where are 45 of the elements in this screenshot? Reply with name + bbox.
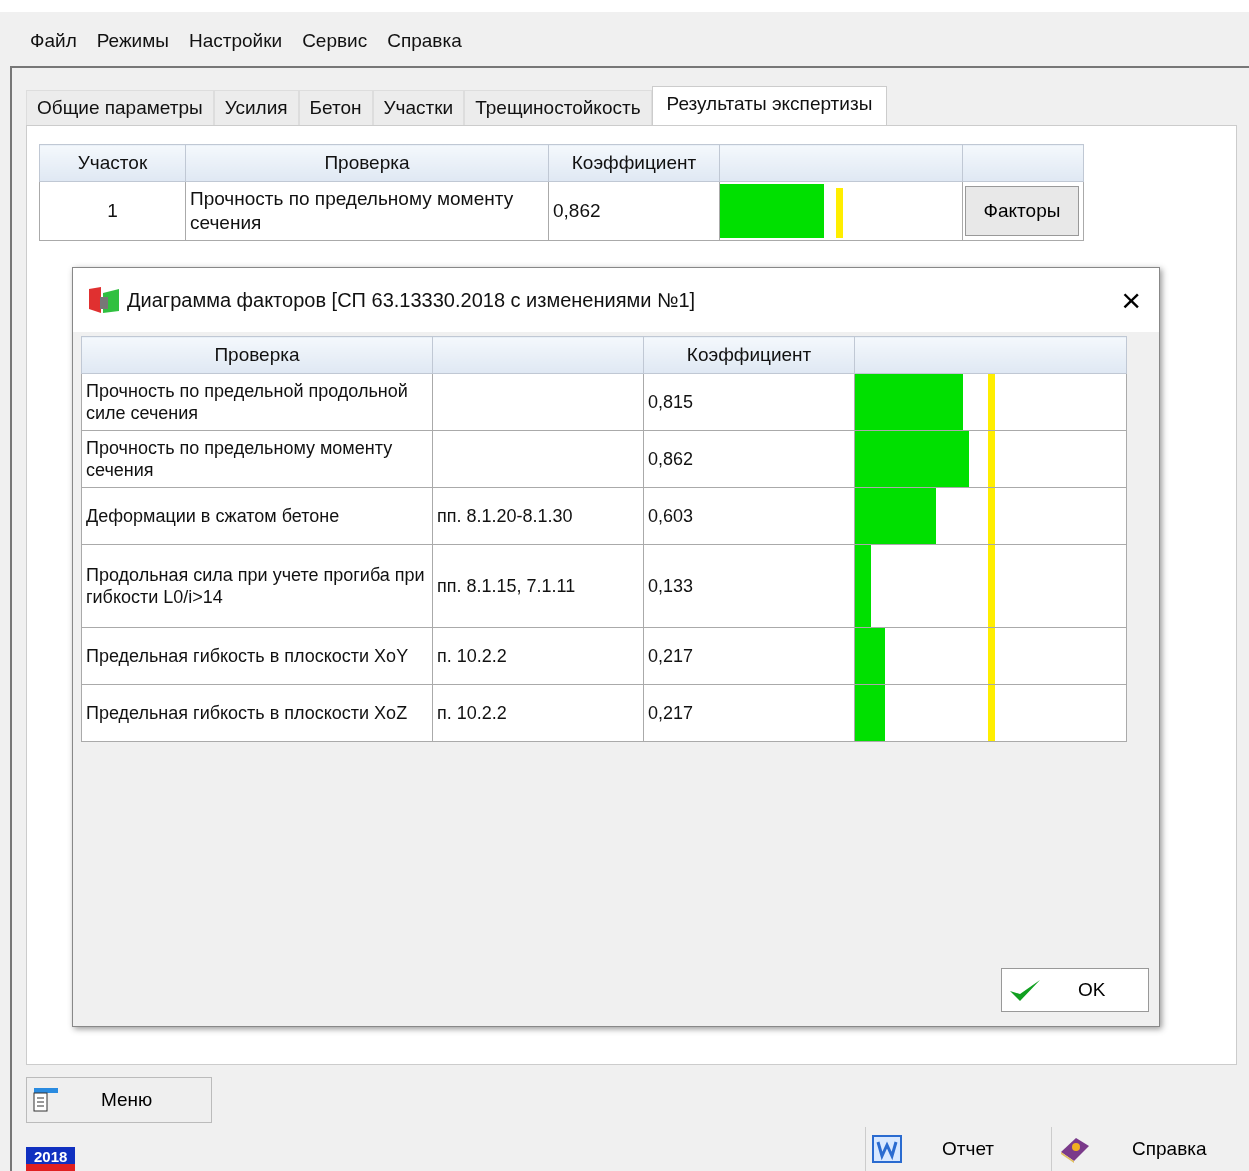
table-cell: Деформации в сжатом бетоне: [81, 487, 433, 545]
version-badge: 2018: [26, 1147, 76, 1171]
table-cell: Прочность по предельному моменту сечения: [81, 430, 433, 488]
table-cell: 0,217: [643, 684, 855, 742]
tab[interactable]: Усилия: [213, 90, 299, 125]
table-cell: Прочность по предельному моменту сечения: [185, 181, 549, 241]
table-cell: Предельная гибкость в плоскости XoZ: [81, 684, 433, 742]
factors-button[interactable]: Факторы: [965, 186, 1079, 236]
tab[interactable]: Участки: [372, 90, 465, 125]
document-icon: [31, 1087, 61, 1113]
tab[interactable]: Результаты экспертизы: [651, 86, 888, 125]
table-cell: Продольная сила при учете прогиба при гибкости L0/i>14: [81, 544, 433, 628]
tab[interactable]: Общие параметры: [26, 90, 214, 125]
table-cell: 1: [39, 181, 186, 241]
column-header: Проверка: [185, 144, 549, 182]
column-header: Коэффициент: [548, 144, 720, 182]
ok-button[interactable]: OK: [1001, 968, 1149, 1012]
table-cell: пп. 8.1.20-8.1.30: [437, 505, 573, 526]
table-cell: Прочность по предельной продольной силе сечения: [81, 373, 433, 431]
table-cell: Предельная гибкость в плоскости XoY: [81, 627, 433, 685]
dialog-title: Диаграмма факторов [СП 63.13330.2018 с изменениями №1]: [127, 288, 697, 312]
table-cell: 0,815: [643, 373, 855, 431]
table-cell: 0,862: [548, 181, 720, 241]
table-cell: пп. 8.1.15, 7.1.11: [437, 575, 576, 596]
checkmark-icon: [1008, 977, 1042, 1003]
menu-item[interactable]: Настройки: [188, 30, 283, 52]
menu-item[interactable]: Режимы: [96, 30, 169, 52]
table-cell: п. 10.2.2: [437, 702, 507, 723]
tab[interactable]: Трещиностойкость: [464, 90, 652, 125]
word-icon: [872, 1135, 902, 1163]
table-cell: 0,862: [643, 430, 855, 488]
app-icon: [87, 285, 121, 315]
table-cell: 0,217: [643, 627, 855, 685]
tab[interactable]: Бетон: [298, 90, 373, 125]
column-header: Проверка: [81, 336, 433, 374]
menu-item[interactable]: Справка: [387, 30, 462, 52]
table-cell: п. 10.2.2: [437, 645, 507, 666]
close-button[interactable]: ×: [1117, 283, 1145, 317]
menu-item[interactable]: Файл: [30, 30, 77, 52]
table-cell: 0,603: [643, 487, 855, 545]
column-header: Участок: [39, 144, 186, 182]
table-cell: 0,133: [643, 544, 855, 628]
menu-button[interactable]: Меню: [26, 1077, 212, 1123]
menu-item[interactable]: Сервис: [302, 30, 368, 52]
column-header: Коэффициент: [643, 336, 855, 374]
